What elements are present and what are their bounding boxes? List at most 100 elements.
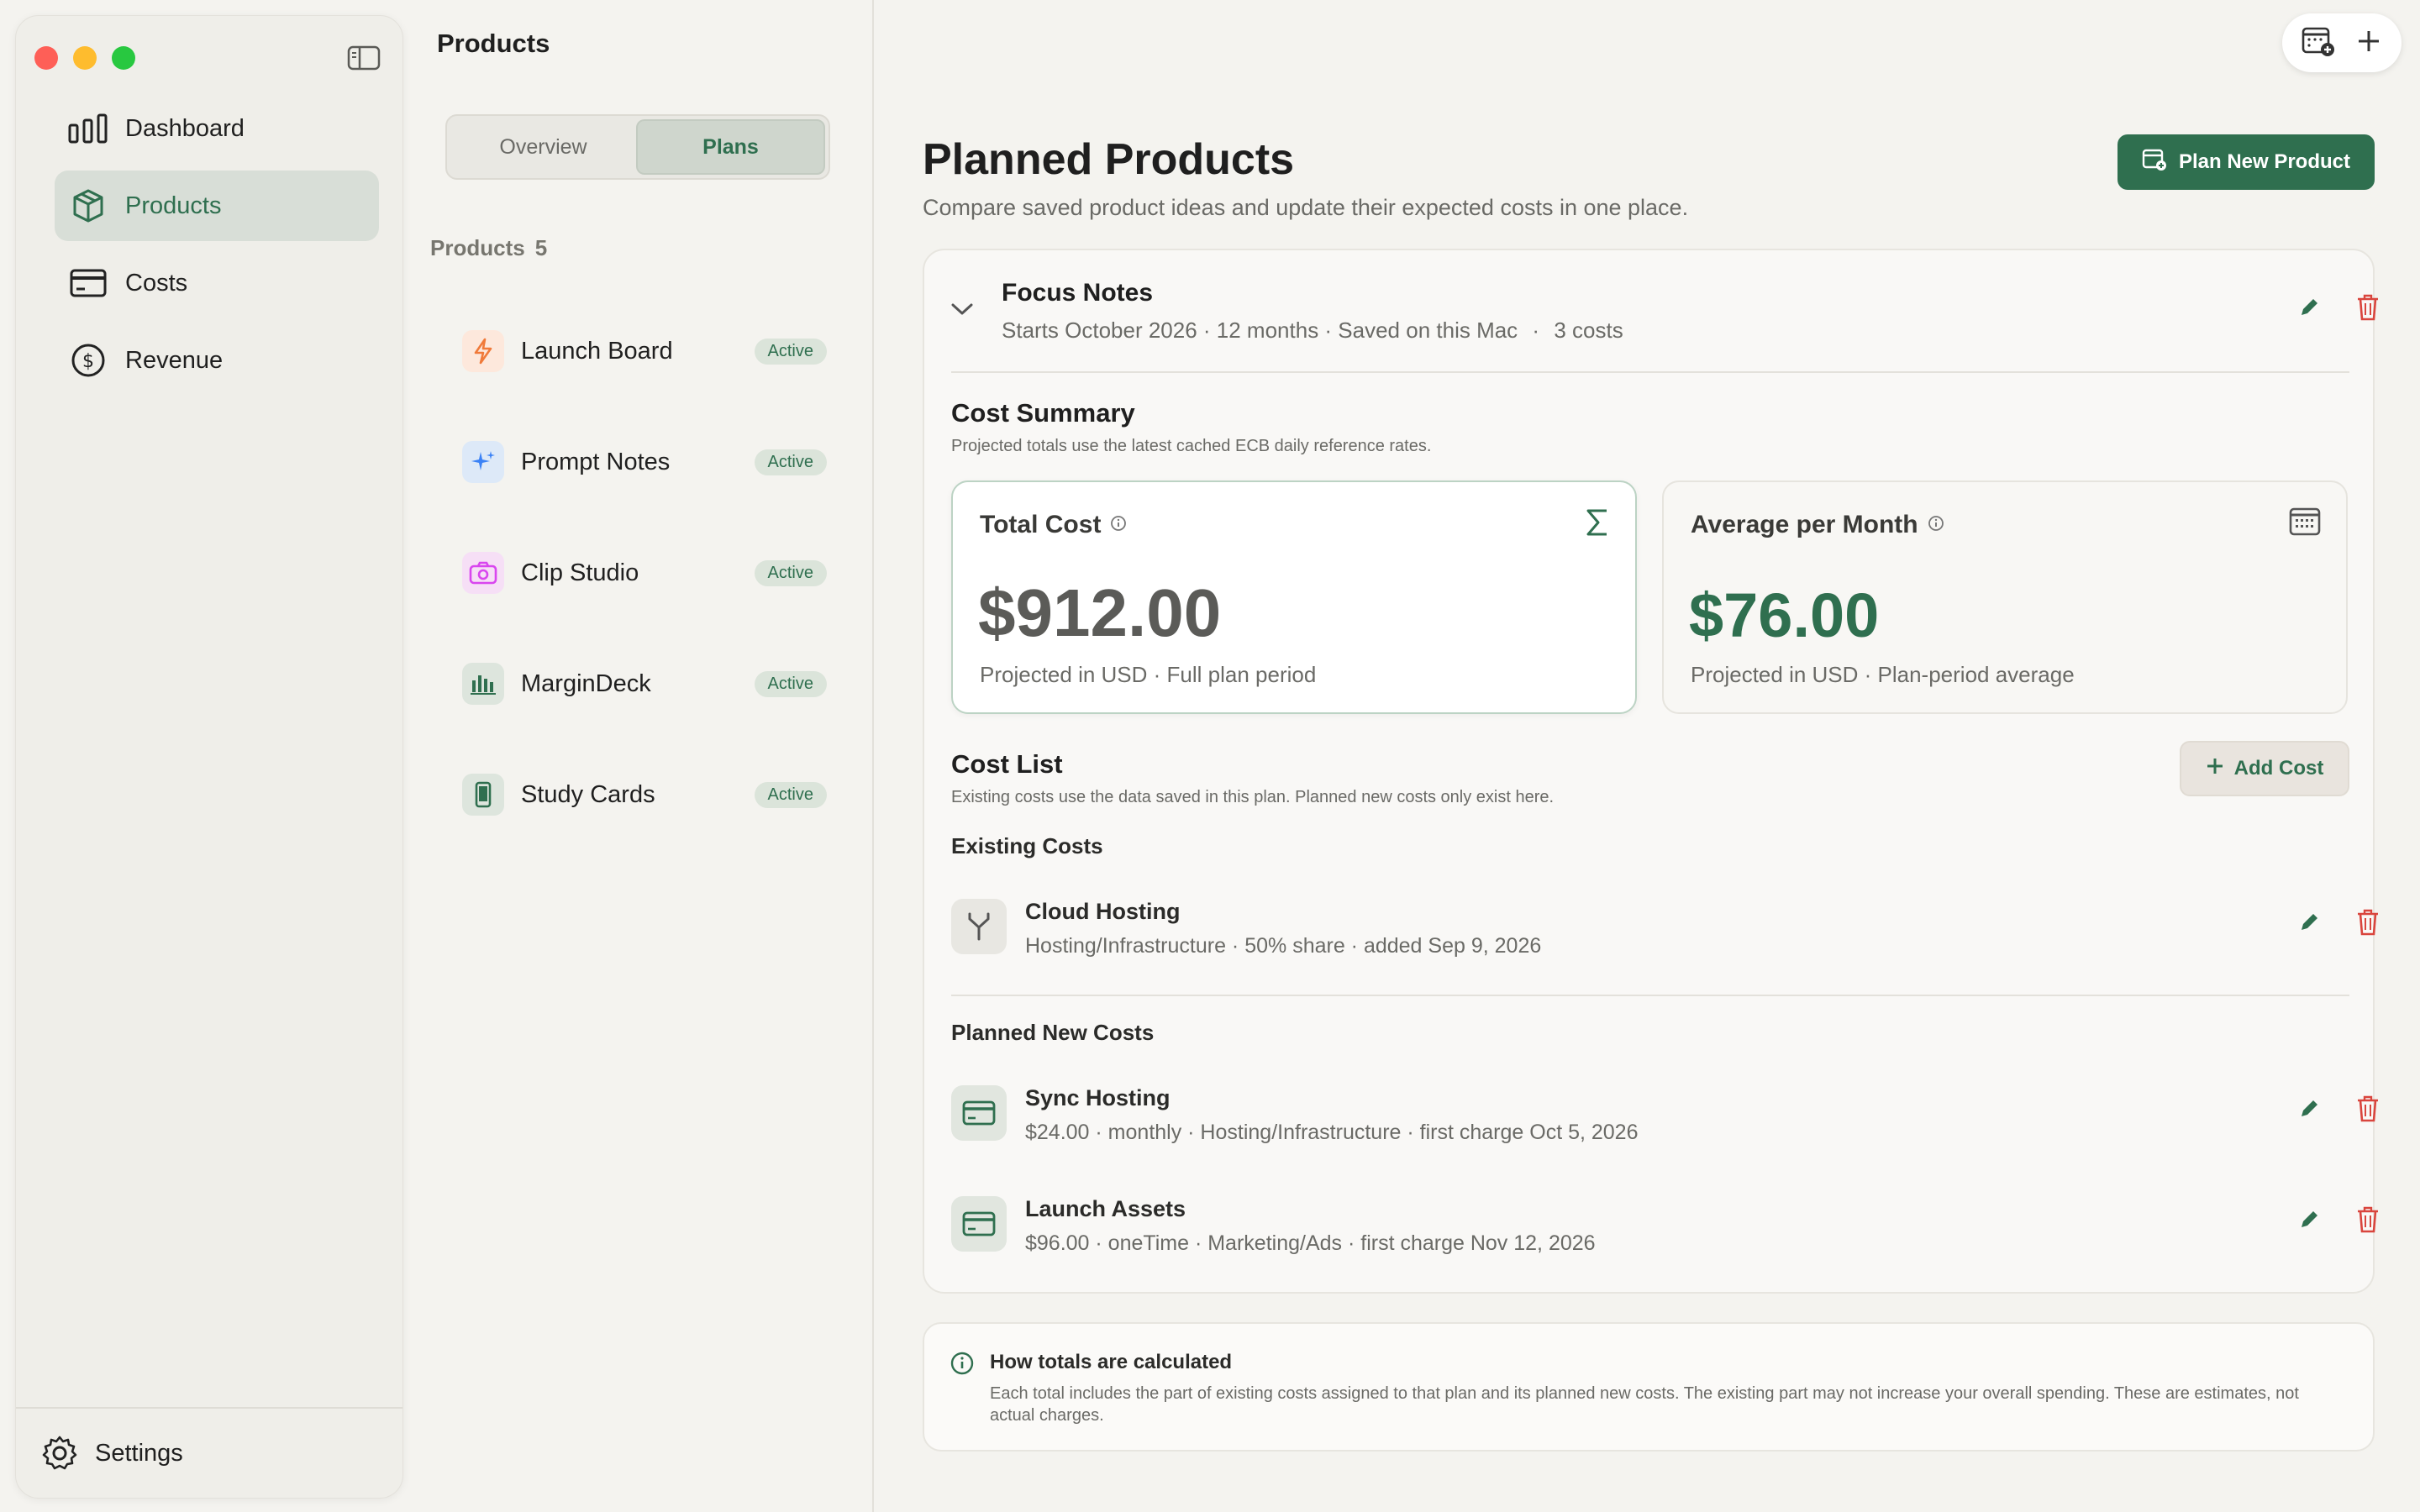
page-title: Planned Products — [923, 135, 1295, 184]
add-cost-button[interactable]: Add Cost — [2180, 741, 2349, 796]
delete-plan-button[interactable] — [2351, 292, 2385, 326]
info-icon — [950, 1351, 975, 1380]
edit-cost-button[interactable] — [2292, 907, 2326, 941]
average-label-row: Average per Month — [1691, 511, 1945, 539]
calendar-add-icon — [2142, 148, 2167, 177]
list-item[interactable]: Launch Board Active — [462, 296, 832, 407]
plan-card: Focus Notes Starts October 2026 · 12 mon… — [923, 249, 2378, 1294]
delete-cost-button[interactable] — [2351, 907, 2385, 941]
planned-costs-label: Planned New Costs — [951, 1020, 1155, 1045]
info-icon[interactable] — [1927, 511, 1945, 539]
credit-card-icon — [68, 263, 108, 303]
plus-icon[interactable] — [2355, 28, 2382, 59]
table-row[interactable]: Launch Assets $96.00 · oneTime · Marketi… — [951, 1191, 2378, 1275]
chevron-down-icon[interactable] — [950, 301, 975, 322]
sidebar-item-label: Costs — [125, 269, 188, 297]
sidebar-item-label: Revenue — [125, 346, 224, 374]
sidebar-item-costs[interactable]: Costs — [55, 248, 379, 318]
product-list: Launch Board Active Prompt Notes Active … — [462, 296, 832, 850]
sidebar-item-dashboard[interactable]: Dashboard — [55, 93, 379, 164]
cost-meta: $24.00 · monthly · Hosting/Infrastructur… — [1025, 1121, 1639, 1144]
products-section-header: Products 5 — [430, 235, 547, 261]
add-cost-label: Add Cost — [2233, 757, 2324, 780]
bar-chart-icon — [68, 108, 108, 149]
products-label: Products — [430, 235, 525, 260]
status-badge: Active — [754, 338, 827, 365]
close-window-button[interactable] — [34, 46, 58, 70]
edit-plan-button[interactable] — [2292, 292, 2326, 326]
plan-costs-count: 3 costs — [1554, 318, 1623, 343]
main-content: Planned Products Compare saved product i… — [874, 0, 2420, 1512]
sidebar-item-revenue[interactable]: $ Revenue — [55, 325, 379, 396]
chart-icon — [462, 663, 504, 705]
plan-new-product-button[interactable]: Plan New Product — [2118, 134, 2375, 190]
settings-button[interactable]: Settings — [16, 1407, 402, 1498]
sidebar-toggle-icon[interactable] — [347, 45, 381, 71]
sidebar-item-products[interactable]: Products — [55, 171, 379, 241]
info-icon[interactable] — [1109, 511, 1128, 539]
tab-plans[interactable]: Plans — [636, 119, 825, 175]
status-badge: Active — [754, 449, 827, 475]
gear-icon — [41, 1435, 78, 1472]
camera-icon — [462, 552, 504, 594]
status-badge: Active — [754, 670, 827, 697]
tab-overview[interactable]: Overview — [450, 119, 636, 175]
list-item[interactable]: Prompt Notes Active — [462, 407, 832, 517]
average-label: Average per Month — [1691, 511, 1918, 538]
svg-text:$: $ — [82, 351, 94, 372]
calendar-icon — [2289, 507, 2321, 540]
window-title: Products — [437, 29, 550, 58]
window-controls — [34, 46, 135, 70]
list-item[interactable]: Clip Studio Active — [462, 517, 832, 628]
table-row[interactable]: Cloud Hosting Hosting/Infrastructure · 5… — [951, 894, 2378, 978]
trash-icon — [2355, 293, 2381, 326]
calendar-add-icon[interactable] — [2302, 25, 2337, 61]
delete-cost-button[interactable] — [2351, 1094, 2385, 1127]
minimize-window-button[interactable] — [73, 46, 97, 70]
product-name: Launch Board — [521, 337, 673, 365]
pencil-icon — [2296, 1096, 2322, 1126]
trash-icon — [2355, 908, 2381, 941]
delete-cost-button[interactable] — [2351, 1205, 2385, 1238]
credit-card-icon — [951, 1085, 1007, 1141]
dollar-circle-icon: $ — [68, 340, 108, 381]
list-item[interactable]: Study Cards Active — [462, 739, 832, 850]
page-subtitle: Compare saved product ideas and update t… — [923, 195, 1689, 220]
total-cost-note: Projected in USD · Full plan period — [980, 662, 1317, 687]
sidebar-item-label: Products — [125, 192, 222, 219]
product-name: MarginDeck — [521, 669, 651, 697]
pencil-icon — [2296, 1207, 2322, 1236]
cost-name: Cloud Hosting — [1025, 899, 1181, 924]
plan-meta: Starts October 2026 · 12 months · Saved … — [1002, 318, 1623, 343]
info-title: How totals are calculated — [990, 1351, 1233, 1373]
status-badge: Active — [754, 559, 827, 586]
products-count: 5 — [534, 235, 548, 260]
edit-cost-button[interactable] — [2292, 1094, 2326, 1127]
info-body: Each total includes the part of existing… — [990, 1384, 2299, 1425]
total-cost-label-row: Total Cost — [980, 511, 1128, 539]
credit-card-icon — [951, 1196, 1007, 1252]
sidebar: Dashboard Products Costs $ Revenue Setti… — [15, 15, 403, 1499]
cost-summary-subtitle: Projected totals use the latest cached E… — [951, 437, 1432, 455]
table-row[interactable]: Sync Hosting $24.00 · monthly · Hosting/… — [951, 1080, 2378, 1164]
list-item[interactable]: MarginDeck Active — [462, 628, 832, 739]
products-column: Products Overview Plans Products 5 Launch… — [403, 0, 874, 1512]
total-cost-card: Total Cost $912.00 Projected in USD · Fu… — [951, 480, 1637, 714]
divider — [951, 371, 2349, 373]
edit-cost-button[interactable] — [2292, 1205, 2326, 1238]
pencil-icon — [2296, 910, 2322, 939]
product-name: Clip Studio — [521, 559, 639, 586]
plan-header[interactable]: Focus Notes Starts October 2026 · 12 mon… — [924, 250, 2378, 373]
sidebar-nav: Dashboard Products Costs $ Revenue — [55, 93, 379, 402]
toolbar-pill — [2282, 13, 2402, 72]
zoom-window-button[interactable] — [112, 46, 135, 70]
total-cost-value: $912.00 — [978, 575, 1222, 650]
branch-icon — [951, 899, 1007, 954]
existing-costs-label: Existing Costs — [951, 833, 1103, 858]
sparkle-icon — [462, 441, 504, 483]
total-cost-label: Total Cost — [980, 511, 1102, 538]
cost-summary-title: Cost Summary — [951, 398, 1135, 428]
plus-icon — [2206, 757, 2224, 781]
plan-name: Focus Notes — [1002, 279, 1154, 307]
product-name: Prompt Notes — [521, 448, 671, 475]
